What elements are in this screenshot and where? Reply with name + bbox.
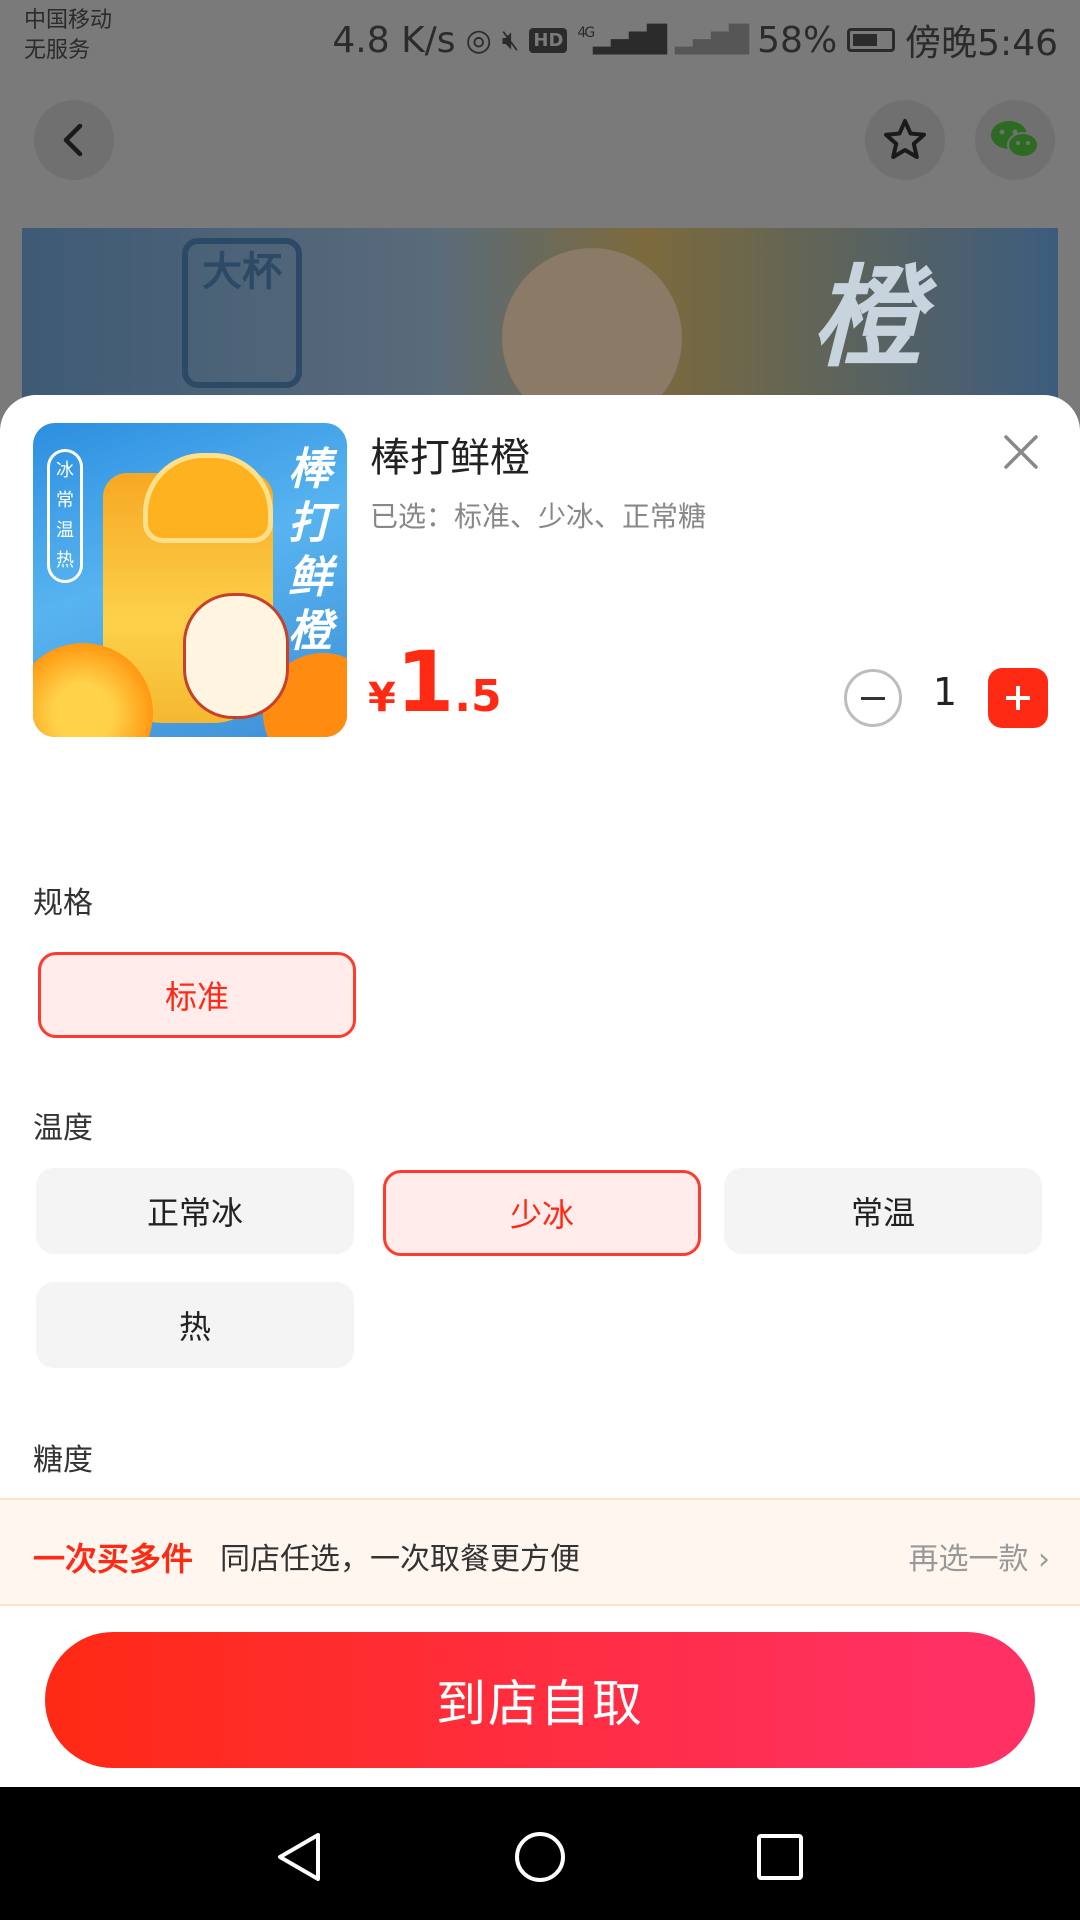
- quantity-increase-button[interactable]: [988, 668, 1048, 728]
- multi-buy-promo-bar[interactable]: 一次买多件 同店任选，一次取餐更方便 再选一款 ›: [0, 1498, 1080, 1606]
- spec-option-standard[interactable]: 标准: [38, 952, 356, 1038]
- quantity-value: 1: [932, 670, 958, 714]
- battery-icon: [847, 28, 896, 52]
- status-icons: 4.8 K/s ◎ 🔇︎ HD 4G▂▄▆█ ▂▄▆█ 58% 傍晚5:46: [332, 14, 1058, 66]
- promo-title: 一次买多件: [33, 1540, 194, 1578]
- clock: 傍晚5:46: [905, 23, 1058, 64]
- carrier-service: 无服务: [24, 38, 91, 63]
- spec-section-label: 规格: [33, 886, 93, 921]
- hd-badge: HD: [529, 27, 568, 53]
- status-bar: 中国移动 无服务 4.8 K/s ◎ 🔇︎ HD 4G▂▄▆█ ▂▄▆█ 58%…: [0, 0, 1080, 80]
- net-speed: 4.8 K/s: [332, 19, 456, 61]
- sugar-section-label: 糖度: [33, 1443, 93, 1478]
- product-image-title: 棒打鲜橙: [288, 444, 332, 657]
- carrier-info: 中国移动 无服务: [24, 6, 112, 66]
- close-icon[interactable]: [996, 427, 1046, 477]
- product-price: ¥1.5: [368, 633, 502, 731]
- choose-another-link[interactable]: 再选一款 ›: [908, 1534, 1050, 1578]
- temp-option-normal-ice[interactable]: 正常冰: [36, 1168, 354, 1254]
- favorite-button[interactable]: [865, 100, 945, 180]
- network-type: 4G: [577, 25, 595, 41]
- temp-option-less-ice[interactable]: 少冰: [383, 1170, 701, 1256]
- product-banner: 大杯 橙: [22, 228, 1058, 408]
- banner-mascot-image: [502, 248, 682, 408]
- signal-2-icon: ▂▄▆█: [675, 25, 749, 55]
- store-pickup-button[interactable]: 到店自取: [45, 1632, 1035, 1768]
- battery-percent: 58%: [757, 19, 838, 61]
- system-navigation-bar: [0, 1787, 1080, 1920]
- banner-cup-label: 大杯: [182, 238, 302, 388]
- banner-title-char: 橙: [812, 254, 922, 382]
- product-image-orange-slice: [143, 453, 273, 543]
- temp-option-room-temp[interactable]: 常温: [724, 1168, 1042, 1254]
- location-icon: ◎: [465, 22, 492, 58]
- price-currency: ¥: [368, 675, 396, 721]
- back-triangle-icon[interactable]: [270, 1827, 330, 1887]
- product-image-mascot: [183, 593, 289, 719]
- promo-description: 同店任选，一次取餐更方便: [220, 1542, 580, 1577]
- selected-options-summary: 已选：标准、少冰、正常糖: [370, 500, 707, 533]
- mute-icon: 🔇︎: [501, 23, 520, 56]
- chevron-left-icon: [63, 123, 83, 157]
- share-button[interactable]: [975, 100, 1055, 180]
- star-icon: [884, 119, 926, 159]
- quantity-decrease-button[interactable]: [844, 669, 902, 727]
- product-name: 棒打鲜橙: [370, 435, 530, 481]
- product-image: 冰常温热 棒打鲜橙: [33, 423, 347, 737]
- temperature-section-label: 温度: [33, 1111, 93, 1146]
- carrier-name: 中国移动: [24, 8, 113, 33]
- product-image-tag: 冰常温热: [47, 449, 83, 583]
- back-button[interactable]: [34, 100, 114, 180]
- wechat-icon: [991, 121, 1039, 158]
- home-circle-icon[interactable]: [510, 1827, 570, 1887]
- temp-option-hot[interactable]: 热: [36, 1282, 354, 1368]
- recents-square-icon[interactable]: [750, 1827, 810, 1887]
- signal-icon: 4G▂▄▆█: [577, 25, 667, 55]
- price-integer: 1: [395, 633, 455, 731]
- price-decimal: .5: [454, 671, 502, 722]
